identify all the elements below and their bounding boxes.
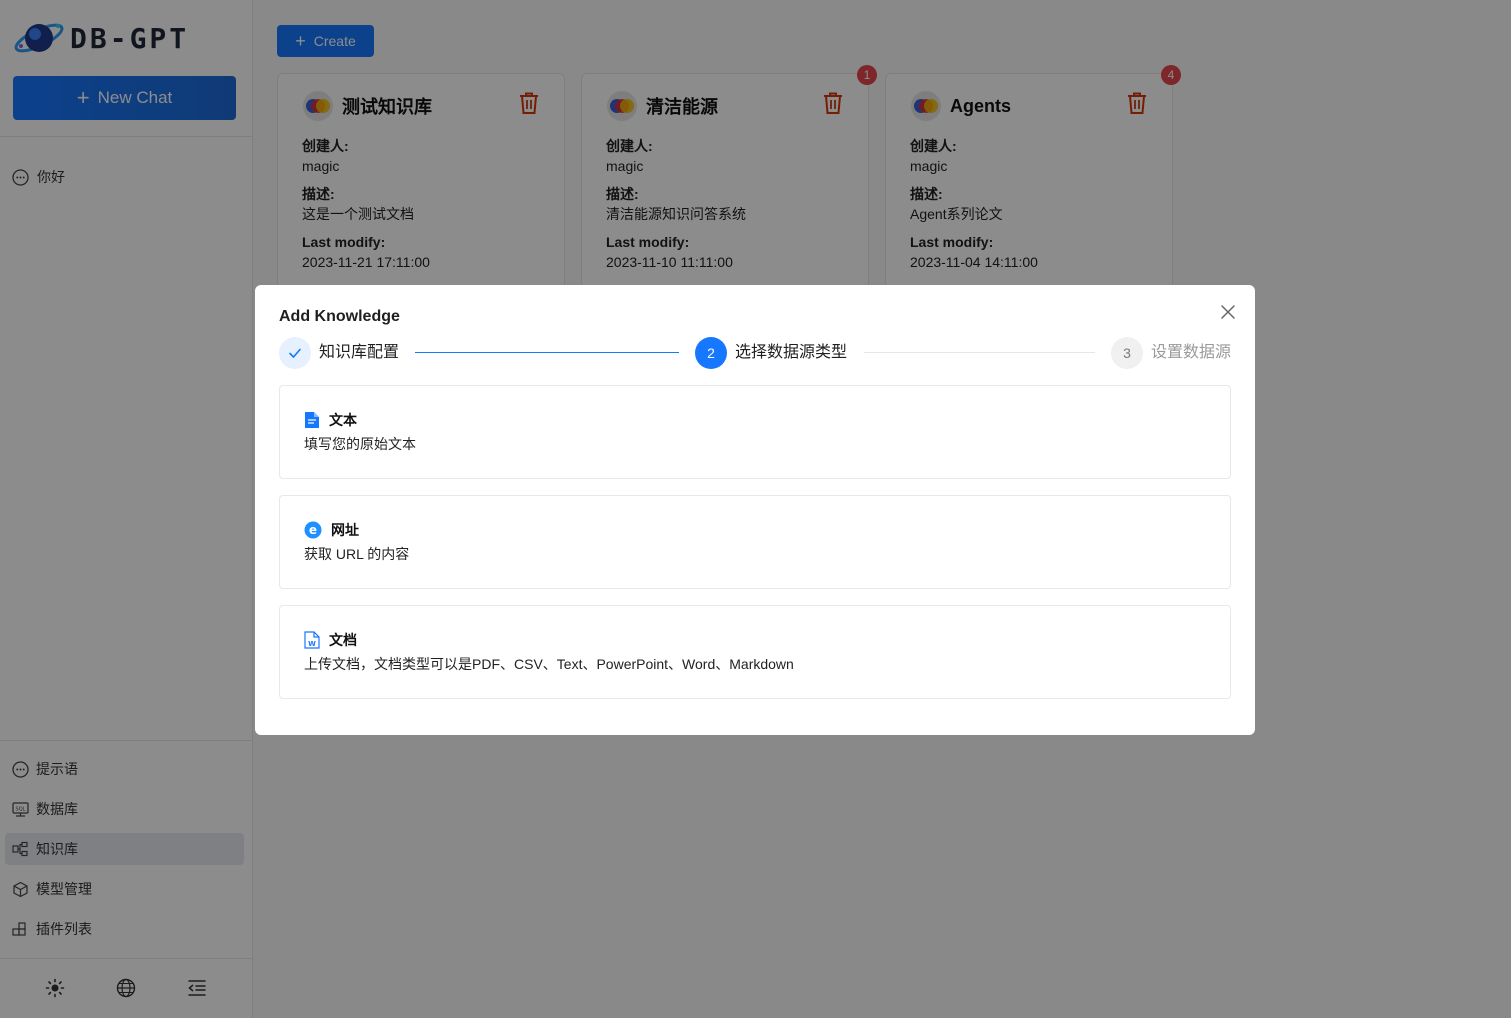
- svg-text:e: e: [309, 523, 317, 537]
- step-connector: [864, 352, 1095, 353]
- option-header: W 文档: [304, 630, 357, 650]
- svg-text:W: W: [308, 640, 316, 648]
- web-url-icon: e: [304, 521, 322, 539]
- add-knowledge-modal: Add Knowledge 知识库配置 2 选择数据源类型 3 设置数据源 文本…: [255, 285, 1255, 735]
- step-number: 2: [707, 345, 715, 361]
- step-2-active[interactable]: 2: [695, 337, 727, 369]
- close-icon[interactable]: [1221, 305, 1235, 319]
- option-header: 文本: [304, 410, 357, 430]
- option-text[interactable]: 文本 填写您的原始文本: [279, 385, 1231, 479]
- step-3-label: 设置数据源: [1151, 344, 1232, 361]
- word-document-icon: W: [304, 631, 320, 649]
- option-title: 文本: [329, 412, 357, 428]
- option-description: 填写您的原始文本: [304, 436, 416, 452]
- step-1-label: 知识库配置: [319, 344, 400, 361]
- option-description: 获取 URL 的内容: [304, 546, 410, 562]
- text-file-icon: [304, 411, 320, 429]
- step-number: 3: [1123, 345, 1131, 361]
- option-header: e 网址: [304, 520, 359, 540]
- option-document[interactable]: W 文档 上传文档，文档类型可以是PDF、CSV、Text、PowerPoint…: [279, 605, 1231, 699]
- check-icon: [289, 348, 301, 358]
- step-2-label: 选择数据源类型: [735, 344, 848, 361]
- option-description: 上传文档，文档类型可以是PDF、CSV、Text、PowerPoint、Word…: [304, 656, 794, 672]
- option-url[interactable]: e 网址 获取 URL 的内容: [279, 495, 1231, 589]
- option-title: 网址: [331, 522, 359, 538]
- step-connector: [415, 352, 679, 353]
- step-3-waiting[interactable]: 3: [1111, 337, 1143, 369]
- option-title: 文档: [329, 632, 357, 648]
- step-1-finished[interactable]: [279, 337, 311, 369]
- modal-title: Add Knowledge: [279, 308, 400, 325]
